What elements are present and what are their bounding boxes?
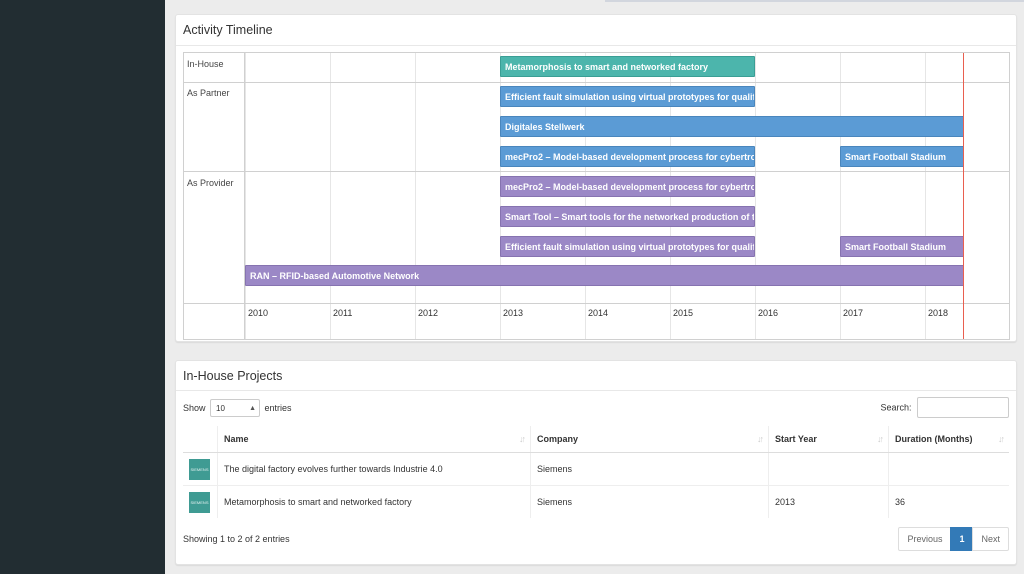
entries-select-value: 10 [216, 404, 225, 413]
company-cell: Siemens [530, 485, 769, 518]
projects-table: Name ↓↑ Company ↓↑ Start Year ↓↑ Duratio… [183, 426, 1009, 518]
timeline-bar[interactable]: Smart Tool – Smart tools for the network… [500, 206, 755, 227]
grid-line-2011 [330, 53, 331, 339]
year-label: 2014 [588, 308, 609, 318]
year-label: 2010 [248, 308, 269, 318]
timeline-bar[interactable]: mecPro2 – Model-based development proces… [500, 146, 755, 167]
timeline-bar[interactable]: Efficient fault simulation using virtual… [500, 236, 755, 257]
sort-icon: ↓↑ [519, 434, 526, 444]
sort-icon: ↓↑ [757, 434, 764, 444]
company-logo: SIEMENS [189, 458, 210, 480]
start-year-cell: 2013 [768, 485, 889, 518]
table-row[interactable]: SIEMENS Metamorphosis to smart and netwo… [183, 485, 1009, 518]
sort-icon: ↓↑ [877, 434, 884, 444]
panel-divider [176, 390, 1016, 391]
logo-cell: SIEMENS [183, 485, 218, 518]
projects-title: In-House Projects [183, 369, 283, 383]
entries-length-control: Show 10 ▲ entries [183, 399, 292, 417]
start-year-cell [768, 452, 889, 486]
year-label: 2012 [418, 308, 439, 318]
group-divider [184, 82, 1009, 83]
grid-line-2010 [245, 53, 246, 339]
activity-timeline-panel: Activity Timeline In-House As Partner As… [175, 14, 1017, 342]
group-label-partner: As Partner [187, 88, 230, 98]
pagination: Previous 1 Next [898, 527, 1009, 551]
time-axis [184, 303, 1009, 304]
panel-divider [176, 45, 1016, 46]
group-divider [184, 171, 1009, 172]
year-label: 2017 [843, 308, 864, 318]
timeline-bar[interactable]: Efficient fault simulation using virtual… [500, 86, 755, 107]
timeline-chart[interactable]: In-House As Partner As Provider Metamorp… [183, 52, 1010, 340]
search-input[interactable] [917, 397, 1009, 418]
column-header-start-year[interactable]: Start Year ↓↑ [768, 426, 889, 453]
logo-cell: SIEMENS [183, 452, 218, 486]
duration-cell: 36 [888, 485, 1009, 518]
table-row[interactable]: SIEMENS The digital factory evolves furt… [183, 452, 1009, 486]
next-button[interactable]: Next [972, 527, 1009, 551]
year-label: 2016 [758, 308, 779, 318]
entries-label: entries [264, 403, 292, 413]
timeline-bar[interactable]: Smart Football Stadium [840, 146, 964, 167]
name-cell[interactable]: Metamorphosis to smart and networked fac… [217, 485, 531, 518]
top-border [605, 0, 1024, 2]
inhouse-projects-panel: In-House Projects Show 10 ▲ entries Sear… [175, 360, 1017, 565]
group-label-inhouse: In-House [187, 59, 224, 69]
year-label: 2013 [503, 308, 524, 318]
grid-line-2016 [755, 53, 756, 339]
timeline-bar[interactable]: mecPro2 – Model-based development proces… [500, 176, 755, 197]
sort-icon: ↓↑ [998, 434, 1005, 444]
search-label: Search: [880, 402, 912, 413]
timeline-bar[interactable]: Digitales Stellwerk [500, 116, 964, 137]
column-label: Name [224, 434, 249, 444]
column-label: Duration (Months) [895, 434, 973, 444]
company-cell: Siemens [530, 452, 769, 486]
show-label: Show [183, 403, 206, 413]
name-cell[interactable]: The digital factory evolves further towa… [217, 452, 531, 486]
table-info: Showing 1 to 2 of 2 entries [183, 534, 290, 544]
year-label: 2015 [673, 308, 694, 318]
grid-line-2018 [925, 53, 926, 339]
column-label: Company [537, 434, 579, 444]
page-1-button[interactable]: 1 [950, 527, 974, 551]
sidebar [0, 0, 165, 574]
current-time-marker [963, 53, 964, 339]
duration-cell [888, 452, 1009, 486]
logo-column-header [183, 426, 218, 453]
column-header-duration[interactable]: Duration (Months) ↓↑ [888, 426, 1009, 453]
year-label: 2018 [928, 308, 949, 318]
grid-line-2017 [840, 53, 841, 339]
column-header-name[interactable]: Name ↓↑ [217, 426, 531, 453]
group-label-provider: As Provider [187, 178, 234, 188]
timeline-title: Activity Timeline [183, 23, 273, 37]
column-header-company[interactable]: Company ↓↑ [530, 426, 769, 453]
search-control: Search: [880, 397, 1009, 418]
grid-line-2012 [415, 53, 416, 339]
timeline-bar[interactable]: Metamorphosis to smart and networked fac… [500, 56, 755, 77]
column-label: Start Year [775, 434, 817, 444]
entries-select[interactable]: 10 ▲ [210, 399, 261, 417]
year-label: 2011 [333, 308, 353, 318]
company-logo: SIEMENS [189, 491, 210, 513]
select-arrows-icon: ▲ [249, 405, 257, 412]
table-header-row: Name ↓↑ Company ↓↑ Start Year ↓↑ Duratio… [183, 426, 1009, 453]
previous-button[interactable]: Previous [898, 527, 952, 551]
timeline-bar[interactable]: Smart Football Stadium [840, 236, 964, 257]
timeline-bar[interactable]: RAN – RFID-based Automotive Network [245, 265, 964, 286]
